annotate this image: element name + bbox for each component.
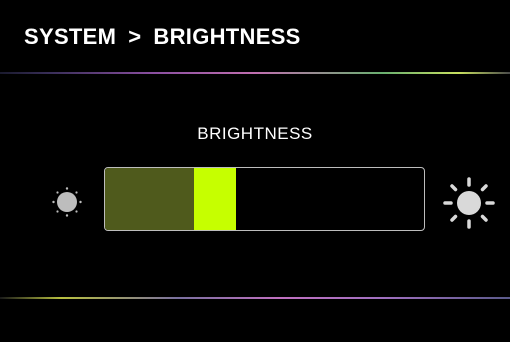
header: SYSTEM > BRIGHTNESS (0, 0, 510, 72)
brightness-slider-fill (105, 168, 194, 230)
breadcrumb-system[interactable]: SYSTEM (24, 24, 116, 49)
sun-dim-icon[interactable] (51, 186, 83, 218)
page-title: BRIGHTNESS (197, 124, 313, 143)
header-divider (0, 72, 510, 74)
breadcrumb-brightness: BRIGHTNESS (153, 24, 301, 49)
sun-bright-icon[interactable] (442, 176, 496, 230)
brightness-slider[interactable] (104, 167, 425, 231)
footer-divider (0, 297, 510, 299)
brightness-slider-thumb[interactable] (194, 168, 236, 230)
breadcrumb-separator: > (128, 24, 142, 49)
breadcrumb: SYSTEM > BRIGHTNESS (24, 24, 301, 50)
